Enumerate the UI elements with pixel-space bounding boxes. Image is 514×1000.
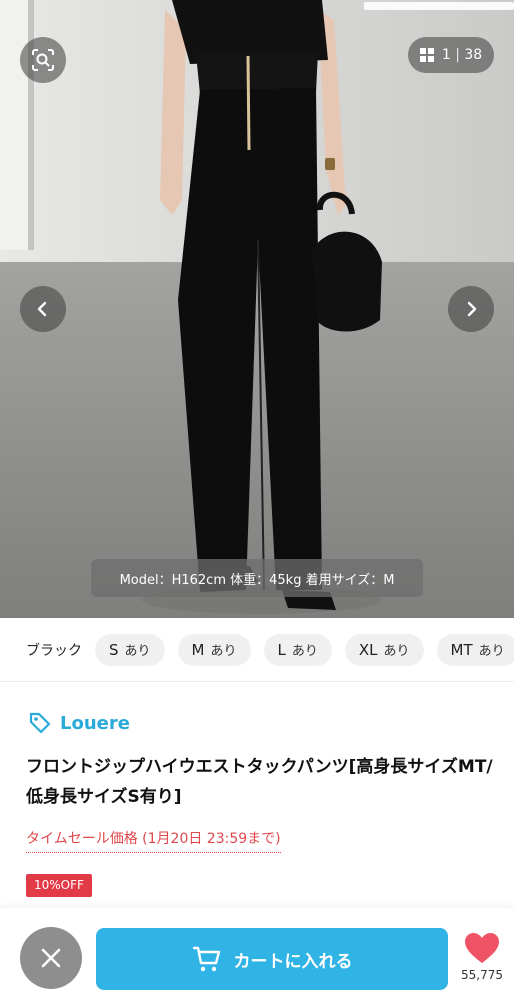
size-chip-availability: あり (383, 644, 410, 659)
brand-name: Louere (60, 712, 130, 734)
tag-icon (29, 712, 51, 734)
cart-icon (192, 946, 220, 972)
size-chip-availability: あり (291, 644, 318, 659)
size-chip-xl[interactable]: XL あり (344, 633, 424, 666)
close-button[interactable] (20, 927, 82, 989)
color-label: ブラック (26, 642, 82, 659)
add-to-cart-label: カートに入れる (233, 951, 353, 972)
size-chip-mt[interactable]: MT あり (436, 633, 514, 666)
size-chip-s[interactable]: S あり (95, 633, 165, 666)
image-counter-current: 1 (441, 47, 451, 63)
product-image[interactable]: 1 | 38 Model：H162cm 体重：45kg 着用サイズ：M (0, 0, 514, 618)
image-search-icon (32, 49, 54, 71)
time-sale-label[interactable]: タイムセール価格 (1月20日 23:59まで) (26, 828, 281, 853)
size-chip-m[interactable]: M あり (177, 633, 251, 666)
size-chip-label: L (277, 640, 286, 659)
image-counter-separator: | (455, 47, 460, 63)
size-chip-label: M (191, 640, 205, 659)
brand-link[interactable]: Louere (28, 711, 130, 735)
size-chip-availability: あり (478, 644, 505, 659)
add-to-cart-button[interactable]: カートに入れる (96, 928, 448, 990)
size-chip-availability: あり (210, 644, 237, 659)
size-chip-label: S (109, 640, 119, 659)
image-counter-total: 38 (464, 47, 483, 63)
close-icon (41, 948, 61, 968)
chevron-right-icon (467, 301, 477, 317)
next-image-button[interactable] (448, 286, 494, 332)
model-info-caption: Model：H162cm 体重：45kg 着用サイズ：M (91, 559, 423, 597)
grid-icon (419, 48, 434, 62)
image-search-button[interactable] (20, 37, 66, 83)
bottom-action-bar: カートに入れる 55,775 (0, 908, 514, 1000)
image-counter-button[interactable]: 1 | 38 (408, 37, 494, 73)
discount-badge: 10%OFF (26, 874, 92, 897)
favorite-count: 55,775 (461, 968, 503, 982)
size-selector: ブラック S あり M あり L あり XL あり MT あり (0, 618, 514, 682)
heart-icon (465, 933, 499, 963)
product-title: フロントジップハイウエストタックパンツ[高身長サイズMT/低身長サイズS有り] (26, 757, 493, 807)
size-chip-availability: あり (124, 644, 151, 659)
size-chip-label: MT (450, 640, 473, 659)
size-chip-l[interactable]: L あり (263, 633, 332, 666)
model-figure (142, 0, 382, 614)
image-counter-text: 1 | 38 (442, 47, 482, 63)
size-chip-label: XL (358, 640, 378, 659)
previous-image-button[interactable] (20, 286, 66, 332)
favorite-button[interactable]: 55,775 (456, 932, 508, 982)
chevron-left-icon (37, 301, 47, 317)
